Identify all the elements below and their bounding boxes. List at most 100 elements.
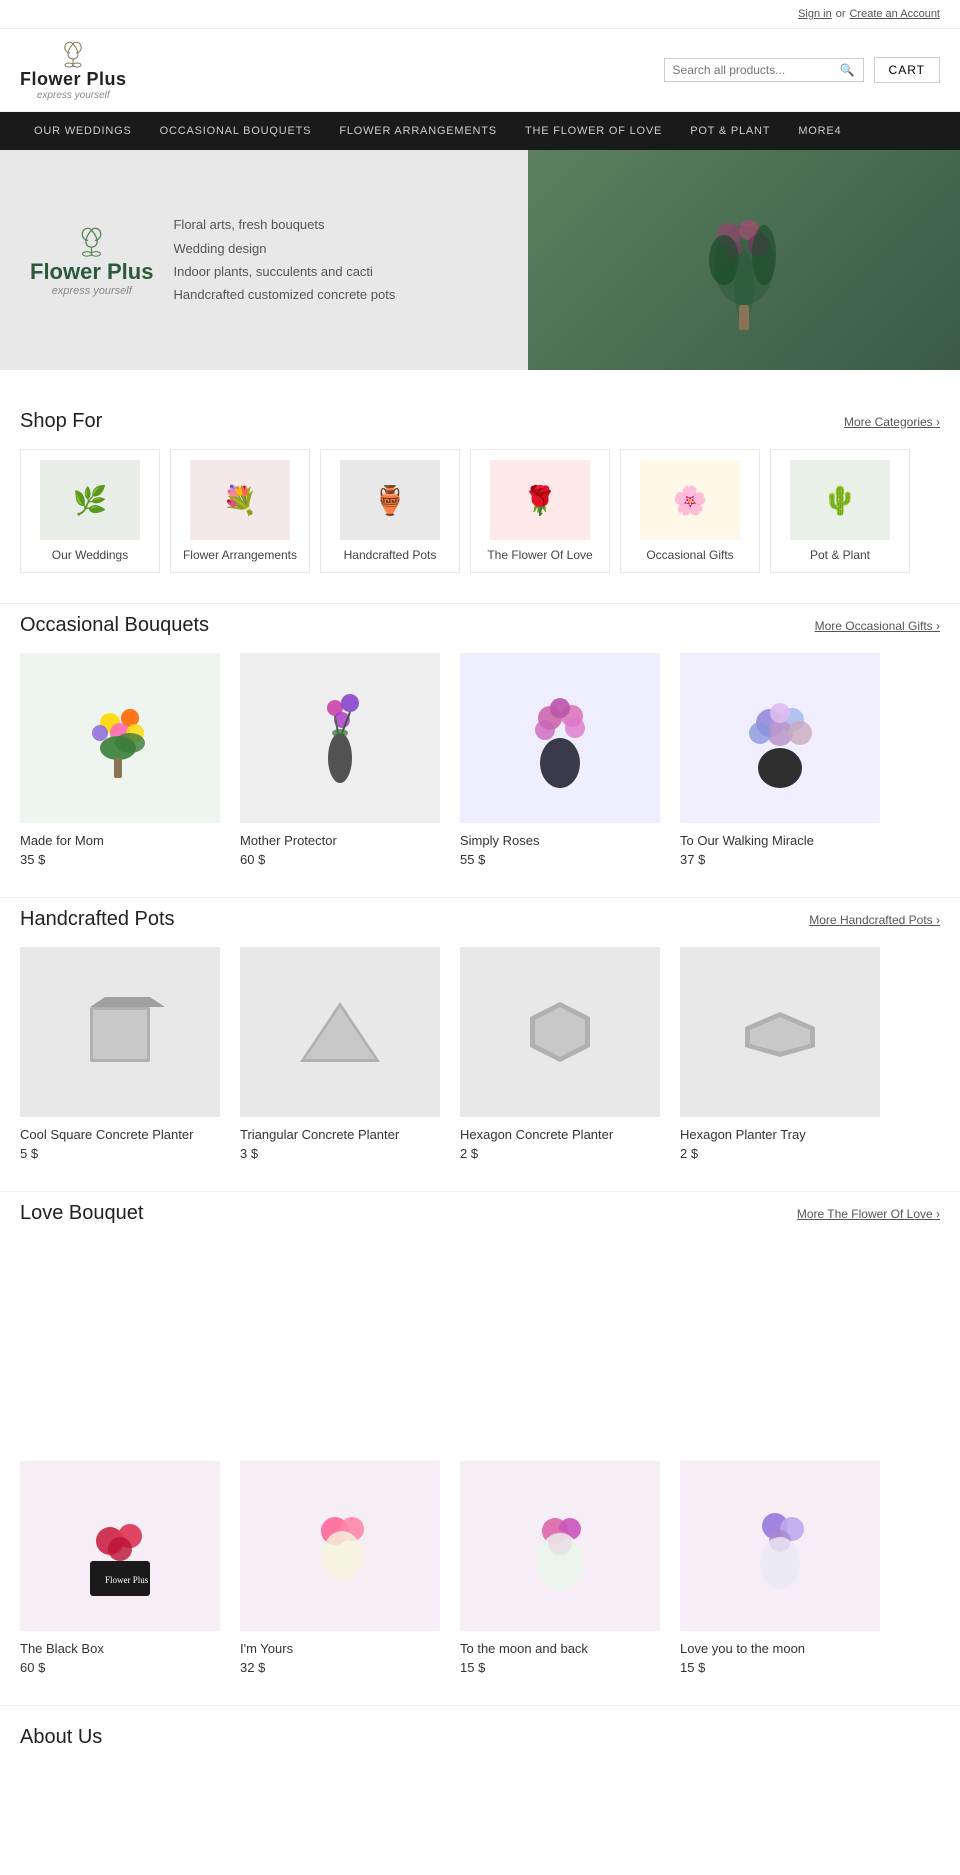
create-account-link[interactable]: Create an Account bbox=[849, 8, 940, 20]
product-image-square-planter bbox=[20, 947, 220, 1117]
about-us-title: About Us bbox=[20, 1726, 940, 1749]
hero-logo-name: Flower Plus bbox=[30, 259, 153, 285]
product-price-made-for-mom: 35 $ bbox=[20, 852, 220, 867]
product-triangular-planter[interactable]: Triangular Concrete Planter 3 $ bbox=[240, 947, 440, 1161]
product-mother-protector[interactable]: Mother Protector 60 $ bbox=[240, 653, 440, 867]
more-pots-link[interactable]: More Handcrafted Pots › bbox=[809, 913, 940, 927]
nav-flower-arrangements[interactable]: FLOWER ARRANGEMENTS bbox=[325, 112, 511, 150]
category-name-occasional: Occasional Gifts bbox=[646, 548, 733, 562]
product-black-box[interactable]: Flower Plus The Black Box 60 $ bbox=[20, 1461, 220, 1675]
category-card-pot-plant[interactable]: 🌵 Pot & Plant bbox=[770, 449, 910, 573]
category-image-weddings: 🌿 bbox=[40, 460, 140, 540]
product-image-black-box: Flower Plus bbox=[20, 1461, 220, 1631]
product-image-mother-protector bbox=[240, 653, 440, 823]
product-image-walking-miracle bbox=[680, 653, 880, 823]
product-price-black-box: 60 $ bbox=[20, 1660, 220, 1675]
product-love-moon[interactable]: Love you to the moon 15 $ bbox=[680, 1461, 880, 1675]
hero-bouquet-svg bbox=[684, 185, 804, 335]
nav-flower-of-love[interactable]: THE FLOWER OF LOVE bbox=[511, 112, 676, 150]
product-name-black-box: The Black Box bbox=[20, 1641, 220, 1656]
signin-link[interactable]: Sign in bbox=[798, 8, 832, 20]
category-card-arrangements[interactable]: 💐 Flower Arrangements bbox=[170, 449, 310, 573]
product-price-im-yours: 32 $ bbox=[240, 1660, 440, 1675]
more-occasional-link[interactable]: More Occasional Gifts › bbox=[815, 619, 940, 633]
pot-svg-4 bbox=[720, 1002, 840, 1062]
product-moon-back[interactable]: To the moon and back 15 $ bbox=[460, 1461, 660, 1675]
nav-our-weddings[interactable]: OUR WEDDINGS bbox=[20, 112, 146, 150]
product-price-square-planter: 5 $ bbox=[20, 1146, 220, 1161]
header-right: 🔍 CART bbox=[664, 57, 940, 83]
product-name-made-for-mom: Made for Mom bbox=[20, 833, 220, 848]
category-name-weddings: Our Weddings bbox=[52, 548, 128, 562]
category-image-occasional: 🌸 bbox=[640, 460, 740, 540]
pots-product-grid: Cool Square Concrete Planter 5 $ Triangu… bbox=[20, 947, 940, 1161]
nav-more[interactable]: MORE4 bbox=[784, 112, 855, 150]
category-grid: 🌿 Our Weddings 💐 Flower Arrangements 🏺 H… bbox=[20, 449, 940, 573]
product-image-triangular-planter bbox=[240, 947, 440, 1117]
product-image-im-yours bbox=[240, 1461, 440, 1631]
category-name-pot-plant: Pot & Plant bbox=[810, 548, 870, 562]
love-svg-1: Flower Plus bbox=[80, 1491, 160, 1601]
product-image-simply-roses bbox=[460, 653, 660, 823]
nav-pot-plant[interactable]: POT & PLANT bbox=[676, 112, 784, 150]
shop-for-title: Shop For bbox=[20, 410, 102, 433]
category-image-arrangements: 💐 bbox=[190, 460, 290, 540]
product-square-planter[interactable]: Cool Square Concrete Planter 5 $ bbox=[20, 947, 220, 1161]
product-name-square-planter: Cool Square Concrete Planter bbox=[20, 1127, 220, 1142]
product-name-simply-roses: Simply Roses bbox=[460, 833, 660, 848]
category-card-occasional[interactable]: 🌸 Occasional Gifts bbox=[620, 449, 760, 573]
product-price-walking-miracle: 37 $ bbox=[680, 852, 880, 867]
product-hexagon-tray[interactable]: Hexagon Planter Tray 2 $ bbox=[680, 947, 880, 1161]
hero-left: Flower Plus express yourself Floral arts… bbox=[0, 193, 528, 327]
product-price-simply-roses: 55 $ bbox=[460, 852, 660, 867]
love-product-grid: Flower Plus The Black Box 60 $ I'm Yours… bbox=[20, 1461, 940, 1675]
hero-image bbox=[528, 150, 960, 370]
love-bouquet-header: Love Bouquet More The Flower Of Love › bbox=[20, 1202, 940, 1225]
svg-text:Flower Plus: Flower Plus bbox=[105, 1575, 149, 1585]
product-price-hexagon-planter: 2 $ bbox=[460, 1146, 660, 1161]
love-svg-4 bbox=[740, 1491, 820, 1601]
category-image-pot-plant: 🌵 bbox=[790, 460, 890, 540]
top-bar: Sign in or Create an Account bbox=[0, 0, 960, 29]
product-image-love-moon bbox=[680, 1461, 880, 1631]
product-name-love-moon: Love you to the moon bbox=[680, 1641, 880, 1656]
shop-for-header: Shop For More Categories › bbox=[20, 410, 940, 433]
shop-for-section: Shop For More Categories › 🌿 Our Wedding… bbox=[0, 400, 960, 604]
category-card-flower-love[interactable]: 🌹 The Flower Of Love bbox=[470, 449, 610, 573]
product-image-hexagon-tray bbox=[680, 947, 880, 1117]
category-name-pots: Handcrafted Pots bbox=[344, 548, 437, 562]
category-card-pots[interactable]: 🏺 Handcrafted Pots bbox=[320, 449, 460, 573]
about-us-section: About Us bbox=[0, 1706, 960, 1769]
handcrafted-pots-title: Handcrafted Pots bbox=[20, 908, 175, 931]
product-image-moon-back bbox=[460, 1461, 660, 1631]
love-svg-3 bbox=[520, 1491, 600, 1601]
category-image-pots: 🏺 bbox=[340, 460, 440, 540]
cart-button[interactable]: CART bbox=[874, 57, 940, 83]
product-made-for-mom[interactable]: Made for Mom 35 $ bbox=[20, 653, 220, 867]
search-box[interactable]: 🔍 bbox=[664, 58, 864, 82]
nav-occasional-bouquets[interactable]: OCCASIONAL BOUQUETS bbox=[146, 112, 326, 150]
pot-svg-1 bbox=[75, 992, 165, 1072]
search-input[interactable] bbox=[673, 63, 840, 77]
category-card-weddings[interactable]: 🌿 Our Weddings bbox=[20, 449, 160, 573]
search-icon: 🔍 bbox=[840, 63, 855, 77]
product-im-yours[interactable]: I'm Yours 32 $ bbox=[240, 1461, 440, 1675]
product-hexagon-planter[interactable]: Hexagon Concrete Planter 2 $ bbox=[460, 947, 660, 1161]
logo[interactable]: Flower Plus express yourself bbox=[20, 39, 127, 101]
occasional-bouquets-section: Occasional Bouquets More Occasional Gift… bbox=[0, 604, 960, 898]
occasional-product-grid: Made for Mom 35 $ Mother Protector 60 $ bbox=[20, 653, 940, 867]
category-name-arrangements: Flower Arrangements bbox=[183, 548, 297, 562]
bouquet-svg-1 bbox=[80, 688, 160, 788]
occasional-bouquets-title: Occasional Bouquets bbox=[20, 614, 209, 637]
handcrafted-pots-section: Handcrafted Pots More Handcrafted Pots ›… bbox=[0, 898, 960, 1192]
hero-logo-icon bbox=[69, 224, 114, 259]
occasional-bouquets-header: Occasional Bouquets More Occasional Gift… bbox=[20, 614, 940, 637]
product-simply-roses[interactable]: Simply Roses 55 $ bbox=[460, 653, 660, 867]
product-walking-miracle[interactable]: To Our Walking Miracle 37 $ bbox=[680, 653, 880, 867]
product-price-triangular-planter: 3 $ bbox=[240, 1146, 440, 1161]
product-price-mother-protector: 60 $ bbox=[240, 852, 440, 867]
more-categories-link[interactable]: More Categories › bbox=[844, 415, 940, 429]
product-name-hexagon-tray: Hexagon Planter Tray bbox=[680, 1127, 880, 1142]
pot-svg-2 bbox=[295, 992, 385, 1072]
more-flower-love-link[interactable]: More The Flower Of Love › bbox=[797, 1207, 940, 1221]
